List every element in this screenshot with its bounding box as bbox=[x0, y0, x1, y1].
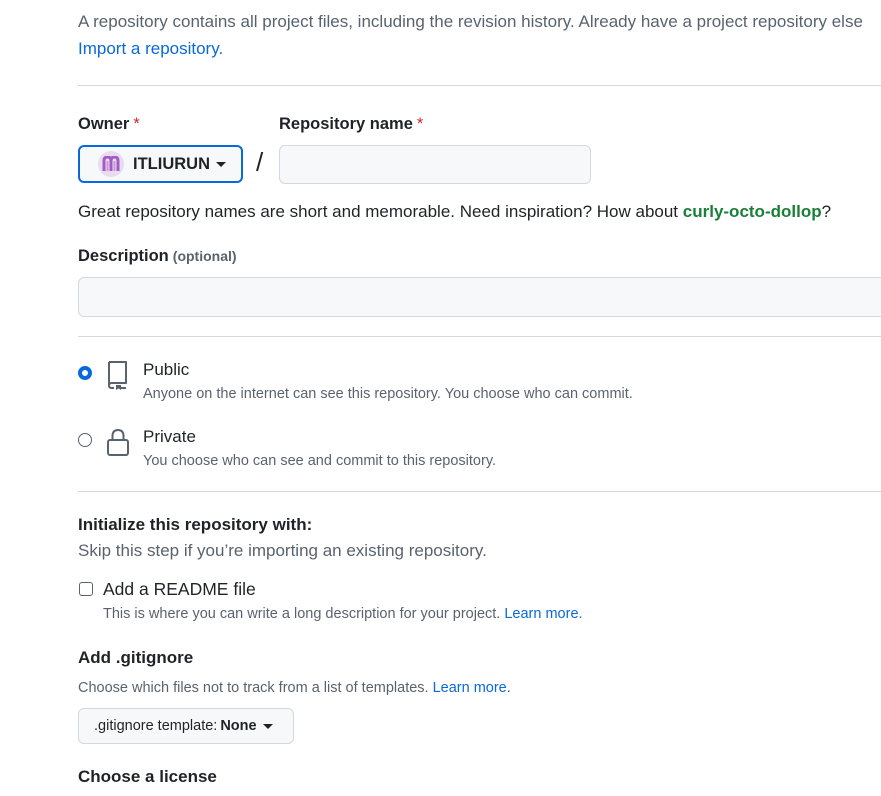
repo-icon bbox=[108, 361, 127, 390]
divider bbox=[78, 336, 881, 337]
owner-name: ITLIURUN bbox=[133, 154, 210, 173]
gitignore-learn-more-link[interactable]: Learn more. bbox=[433, 680, 511, 696]
owner-label: Owner * bbox=[78, 115, 140, 133]
optional-tag: (optional) bbox=[172, 248, 237, 264]
readme-learn-more-link[interactable]: Learn more. bbox=[504, 606, 582, 622]
repo-name-hint: Great repository names are short and mem… bbox=[78, 202, 832, 221]
gitignore-select-value: None bbox=[220, 718, 257, 734]
private-option-title: Private bbox=[143, 427, 196, 446]
initialize-title: Initialize this repository with: bbox=[78, 515, 313, 534]
intro-text: A repository contains all project files,… bbox=[78, 12, 863, 31]
gitignore-desc: Choose which files not to track from a l… bbox=[78, 680, 511, 696]
public-option-desc: Anyone on the internet can see this repo… bbox=[143, 386, 633, 402]
gitignore-title: Add .gitignore bbox=[78, 648, 194, 667]
owner-logo-icon bbox=[102, 156, 120, 171]
repo-name-label: Repository name * bbox=[279, 115, 424, 133]
divider bbox=[78, 491, 881, 492]
description-label: Description (optional) bbox=[78, 247, 237, 265]
repo-name-input[interactable] bbox=[279, 145, 591, 184]
owner-avatar bbox=[98, 151, 124, 177]
readme-label[interactable]: Add a README file bbox=[103, 579, 256, 600]
required-mark: * bbox=[133, 115, 140, 133]
readme-checkbox[interactable] bbox=[79, 582, 93, 596]
caret-down-icon bbox=[216, 161, 226, 167]
gitignore-select-prefix: .gitignore template: bbox=[94, 718, 218, 734]
public-radio[interactable] bbox=[78, 366, 92, 380]
private-option-desc: You choose who can see and commit to thi… bbox=[143, 453, 497, 469]
import-repository-link[interactable]: Import a repository. bbox=[78, 39, 223, 59]
divider bbox=[78, 85, 881, 86]
initialize-subtitle: Skip this step if you’re importing an ex… bbox=[78, 541, 487, 560]
name-suggestion-link[interactable]: curly-octo-dollop bbox=[683, 202, 822, 221]
owner-repo-separator: / bbox=[256, 147, 264, 177]
required-mark: * bbox=[416, 115, 424, 133]
description-input[interactable] bbox=[78, 277, 881, 317]
gitignore-template-select[interactable]: .gitignore template: None bbox=[78, 708, 294, 744]
lock-icon bbox=[107, 428, 129, 456]
private-radio[interactable] bbox=[78, 433, 92, 447]
owner-dropdown[interactable]: ITLIURUN bbox=[78, 145, 243, 183]
public-option-title: Public bbox=[143, 360, 190, 379]
license-title: Choose a license bbox=[78, 767, 217, 786]
readme-desc: This is where you can write a long descr… bbox=[103, 606, 583, 622]
caret-down-icon bbox=[262, 723, 273, 729]
